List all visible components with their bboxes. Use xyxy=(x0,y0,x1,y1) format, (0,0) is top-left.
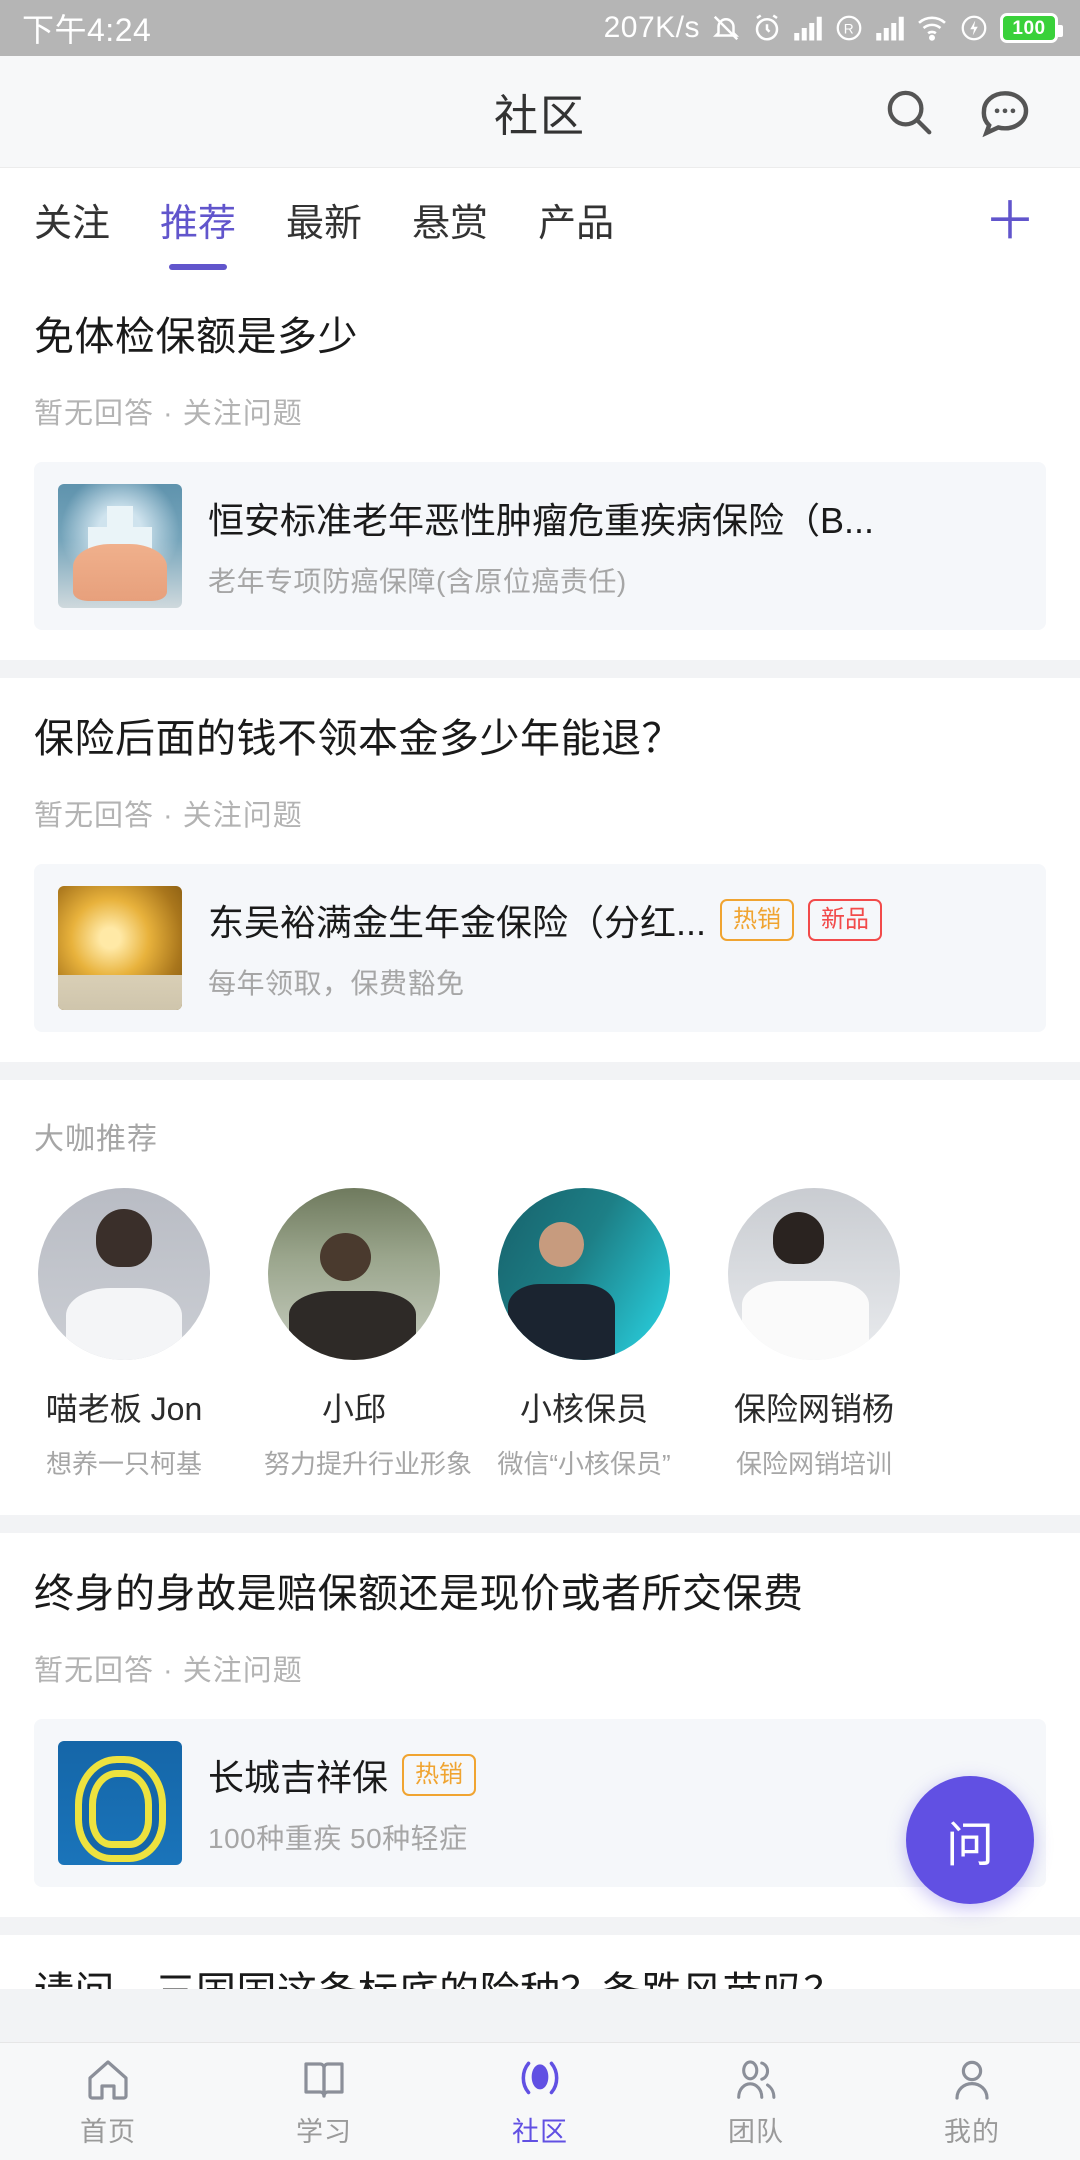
expert-description: 保险网销培训 xyxy=(724,1444,904,1481)
expert-card[interactable]: 喵老板 Jon 想养一只柯基 xyxy=(34,1188,214,1481)
nav-item-home[interactable]: 首页 xyxy=(0,2054,216,2149)
ask-question-fab[interactable]: 问 xyxy=(906,1776,1034,1904)
expert-description: 努力提升行业形象 xyxy=(264,1444,444,1481)
battery-icon: 100 xyxy=(1000,13,1058,43)
post-meta: 暂无回答 · 关注问题 xyxy=(34,390,1046,432)
nav-label: 首页 xyxy=(80,2110,136,2149)
broadcast-icon xyxy=(515,2054,565,2104)
expert-name: 小邱 xyxy=(264,1384,444,1430)
avatar xyxy=(268,1188,440,1360)
alarm-clock-icon xyxy=(752,13,782,43)
product-card[interactable]: 长城吉祥保 热销 100种重疾 50种轻症 xyxy=(34,1719,1046,1887)
mute-bell-icon xyxy=(711,13,741,43)
product-thumbnail xyxy=(58,1741,182,1865)
product-info: 恒安标准老年恶性肿瘤危重疾病保险（B... 老年专项防癌保障(含原位癌责任) xyxy=(208,492,1022,600)
status-bar-indicators: 207K/s R xyxy=(604,11,1058,45)
status-badge-hot: 热销 xyxy=(720,899,794,941)
nav-item-community[interactable]: 社区 xyxy=(432,2054,648,2149)
search-icon[interactable] xyxy=(880,83,938,141)
tab-guanzhu[interactable]: 关注 xyxy=(34,192,110,253)
wifi-icon xyxy=(916,15,948,41)
product-card[interactable]: 东吴裕满金生年金保险（分红... 热销 新品 每年领取，保费豁免 xyxy=(34,864,1046,1032)
product-info: 东吴裕满金生年金保险（分红... 热销 新品 每年领取，保费豁免 xyxy=(208,894,1022,1002)
app-header: 社区 xyxy=(0,56,1080,168)
expert-recommendation-section: 大咖推荐 喵老板 Jon 想养一只柯基 小邱 努力提升行业形象 小核保员 微信“… xyxy=(0,1080,1080,1515)
network-speed-text: 207K/s xyxy=(604,11,700,45)
status-badge-new: 新品 xyxy=(808,899,882,941)
post-title: 免体检保额是多少 xyxy=(34,310,1046,364)
person-icon xyxy=(948,2054,996,2104)
post-title: 终身的身故是赔保额还是现价或者所交保费 xyxy=(34,1567,1046,1621)
nav-item-team[interactable]: 团队 xyxy=(648,2054,864,2149)
tab-xuanshang[interactable]: 悬赏 xyxy=(412,192,488,253)
post-title: 请问，三国国这条标底的险种？条跌风苗吗？ xyxy=(34,1965,1046,1989)
avatar xyxy=(38,1188,210,1360)
roaming-icon: R xyxy=(834,13,864,43)
message-bubble-icon[interactable] xyxy=(976,83,1034,141)
expert-name: 保险网销杨 xyxy=(724,1384,904,1430)
expert-card[interactable]: 小邱 努力提升行业形象 xyxy=(264,1188,444,1481)
feed-post[interactable]: 保险后面的钱不领本金多少年能退？ 暂无回答 · 关注问题 东吴裕满金生年金保险（… xyxy=(0,678,1080,1062)
status-bar-time: 下午4:24 xyxy=(22,5,151,51)
nav-label: 学习 xyxy=(296,2110,352,2149)
product-description: 每年领取，保费豁免 xyxy=(208,962,1022,1002)
app-screen: 下午4:24 207K/s R xyxy=(0,0,1080,2160)
signal-bars-icon xyxy=(793,15,823,41)
section-divider xyxy=(0,1917,1080,1935)
nav-label: 团队 xyxy=(728,2110,784,2149)
nav-item-study[interactable]: 学习 xyxy=(216,2054,432,2149)
nav-label: 社区 xyxy=(512,2110,568,2149)
category-tabs: 关注 推荐 最新 悬赏 产品 ＋ xyxy=(0,168,1080,276)
status-bar: 下午4:24 207K/s R xyxy=(0,0,1080,56)
post-meta: 暂无回答 · 关注问题 xyxy=(34,1647,1046,1689)
avatar xyxy=(728,1188,900,1360)
product-name: 恒安标准老年恶性肿瘤危重疾病保险（B... xyxy=(208,492,874,544)
signal-bars-icon xyxy=(875,15,905,41)
people-group-icon xyxy=(731,2054,781,2104)
expert-description: 想养一只柯基 xyxy=(34,1444,214,1481)
charging-bolt-icon xyxy=(959,13,989,43)
nav-item-mine[interactable]: 我的 xyxy=(864,2054,1080,2149)
tab-tuijian[interactable]: 推荐 xyxy=(160,192,236,253)
product-thumbnail xyxy=(58,484,182,608)
svg-text:R: R xyxy=(844,22,855,37)
avatar xyxy=(498,1188,670,1360)
feed-post-partial[interactable]: 请问，三国国这条标底的险种？条跌风苗吗？ xyxy=(0,1935,1080,1989)
expert-carousel[interactable]: 喵老板 Jon 想养一只柯基 小邱 努力提升行业形象 小核保员 微信“小核保员”… xyxy=(0,1188,1080,1481)
nav-label: 我的 xyxy=(944,2110,1000,2149)
add-post-icon[interactable]: ＋ xyxy=(984,196,1046,248)
product-thumbnail xyxy=(58,886,182,1010)
section-title: 大咖推荐 xyxy=(0,1114,1080,1158)
section-divider xyxy=(0,660,1080,678)
section-divider xyxy=(0,1062,1080,1080)
expert-card[interactable]: 保险网销杨 保险网销培训 xyxy=(724,1188,904,1481)
expert-name: 小核保员 xyxy=(494,1384,674,1430)
product-title-row: 恒安标准老年恶性肿瘤危重疾病保险（B... xyxy=(208,492,1022,544)
product-name: 东吴裕满金生年金保险（分红... xyxy=(208,894,706,946)
header-actions xyxy=(880,83,1080,141)
book-icon xyxy=(300,2054,348,2104)
expert-description: 微信“小核保员” xyxy=(494,1444,674,1481)
feed-post[interactable]: 免体检保额是多少 暂无回答 · 关注问题 恒安标准老年恶性肿瘤危重疾病保险（B.… xyxy=(0,276,1080,660)
bottom-navigation: 首页 学习 社区 xyxy=(0,2042,1080,2160)
expert-name: 喵老板 Jon xyxy=(34,1384,214,1430)
tab-chanpin[interactable]: 产品 xyxy=(538,192,614,253)
battery-level-text: 100 xyxy=(1012,19,1045,38)
feed-list: 免体检保额是多少 暂无回答 · 关注问题 恒安标准老年恶性肿瘤危重疾病保险（B.… xyxy=(0,276,1080,1989)
section-divider xyxy=(0,1515,1080,1533)
product-info: 长城吉祥保 热销 100种重疾 50种轻症 xyxy=(208,1749,1022,1857)
product-description: 100种重疾 50种轻症 xyxy=(208,1817,1022,1857)
expert-card[interactable]: 小核保员 微信“小核保员” xyxy=(494,1188,674,1481)
status-badge-hot: 热销 xyxy=(402,1754,476,1796)
product-description: 老年专项防癌保障(含原位癌责任) xyxy=(208,560,1022,600)
tab-zuixin[interactable]: 最新 xyxy=(286,192,362,253)
product-card[interactable]: 恒安标准老年恶性肿瘤危重疾病保险（B... 老年专项防癌保障(含原位癌责任) xyxy=(34,462,1046,630)
product-title-row: 东吴裕满金生年金保险（分红... 热销 新品 xyxy=(208,894,1022,946)
product-name: 长城吉祥保 xyxy=(208,1749,388,1801)
post-title: 保险后面的钱不领本金多少年能退？ xyxy=(34,712,1046,766)
post-meta: 暂无回答 · 关注问题 xyxy=(34,792,1046,834)
product-title-row: 长城吉祥保 热销 xyxy=(208,1749,1022,1801)
home-icon xyxy=(84,2054,132,2104)
